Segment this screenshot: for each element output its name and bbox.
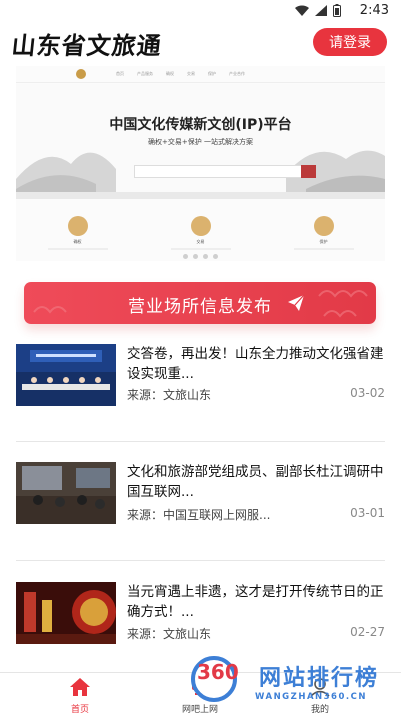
news-list-item[interactable]: 文化和旅游部党组成员、副部长杜江调研中国互联网... 来源：中国互联网上网服..… xyxy=(0,462,401,572)
feature-item: 交易 xyxy=(161,216,241,250)
app-title: 山东省文旅通 xyxy=(10,31,164,60)
tab-home[interactable]: 首页 xyxy=(40,677,120,715)
banner-headline: 中国文化传媒新文创(IP)平台 xyxy=(109,117,292,133)
news-date: 03-02 xyxy=(350,386,385,400)
carousel-dot[interactable] xyxy=(193,254,198,259)
tab-home-label: 首页 xyxy=(70,705,89,715)
wifi-icon xyxy=(295,5,309,16)
venue-info-publish-label: 营业场所信息发布 xyxy=(128,297,272,317)
venue-info-publish-button[interactable]: 营业场所信息发布 xyxy=(24,282,376,324)
watermark-url: WANGZHAN360.CN xyxy=(255,692,367,702)
banner-nav-item: 产业合作 xyxy=(229,71,245,76)
banner-nav-item: 保护 xyxy=(208,71,216,76)
site-ranking-watermark: 360 网站排行榜 WANGZHAN360.CN xyxy=(185,652,401,713)
banner-nav-item: 首页 xyxy=(116,71,124,76)
banner-search-box xyxy=(134,165,316,178)
feature-icon xyxy=(67,216,88,236)
feature-label: 保护 xyxy=(319,239,328,244)
home-icon xyxy=(70,678,90,696)
news-divider xyxy=(16,560,385,561)
feature-text-line xyxy=(170,248,231,250)
news-title: 当元宵遇上非遗，这才是打开传统节日的正确方式！... xyxy=(127,584,384,620)
feature-text-line xyxy=(293,248,354,250)
feature-icon xyxy=(313,216,334,236)
news-thumbnail xyxy=(16,344,116,406)
news-source: 来源：文旅山东 xyxy=(127,627,212,641)
feature-item: 确权 xyxy=(38,216,118,250)
news-source: 来源：文旅山东 xyxy=(127,388,212,402)
banner-nav-item: 产品服务 xyxy=(137,71,153,76)
banner-carousel[interactable]: 首页 产品服务 确权 交易 保护 产业合作 中国文化传媒新文创(IP)平台 确权… xyxy=(16,66,385,261)
carousel-dot[interactable] xyxy=(203,254,208,259)
carousel-dot[interactable] xyxy=(213,254,218,259)
login-button[interactable]: 请登录 xyxy=(313,28,387,56)
feature-label: 确权 xyxy=(73,239,82,244)
watermark-number: 360 xyxy=(197,660,239,684)
banner-nav-item: 确权 xyxy=(166,71,174,76)
banner-subheadline: 确权+交易+保护 一站式解决方案 xyxy=(148,138,253,146)
app-header: 山东省文旅通 请登录 xyxy=(0,24,401,62)
banner-nav-item: 交易 xyxy=(187,71,195,76)
news-source: 来源：中国互联网上网服... xyxy=(127,508,271,522)
news-thumbnail xyxy=(16,582,116,644)
status-icons xyxy=(295,4,341,17)
carousel-dots xyxy=(16,254,385,259)
paper-plane-icon xyxy=(288,294,305,311)
news-title: 文化和旅游部党组成员、副部长杜江调研中国互联网... xyxy=(127,464,384,500)
news-divider xyxy=(16,441,385,442)
watermark-text: 网站排行榜 xyxy=(259,666,380,691)
feature-icon xyxy=(190,216,211,236)
news-date: 02-27 xyxy=(350,625,385,639)
signal-icon xyxy=(315,5,327,16)
feature-text-line xyxy=(47,248,108,250)
feature-item: 保护 xyxy=(284,216,364,250)
news-thumbnail xyxy=(16,462,116,524)
status-time: 2:43 xyxy=(359,3,389,18)
banner-mini-nav: 首页 产品服务 确权 交易 保护 产业合作 xyxy=(16,66,385,83)
news-list-item[interactable]: 交答卷，再出发！山东全力推动文化强省建设实现重... 来源：文旅山东 03-02 xyxy=(0,344,401,454)
banner-logo-icon xyxy=(76,69,86,79)
news-date: 03-01 xyxy=(350,506,385,520)
banner-features: 确权 交易 保护 xyxy=(16,216,385,250)
banner-search-button xyxy=(301,165,316,178)
battery-icon xyxy=(333,4,341,17)
carousel-dot[interactable] xyxy=(183,254,188,259)
news-title: 交答卷，再出发！山东全力推动文化强省建设实现重... xyxy=(127,346,384,382)
feature-label: 交易 xyxy=(196,239,205,244)
status-bar: 2:43 xyxy=(0,0,401,22)
